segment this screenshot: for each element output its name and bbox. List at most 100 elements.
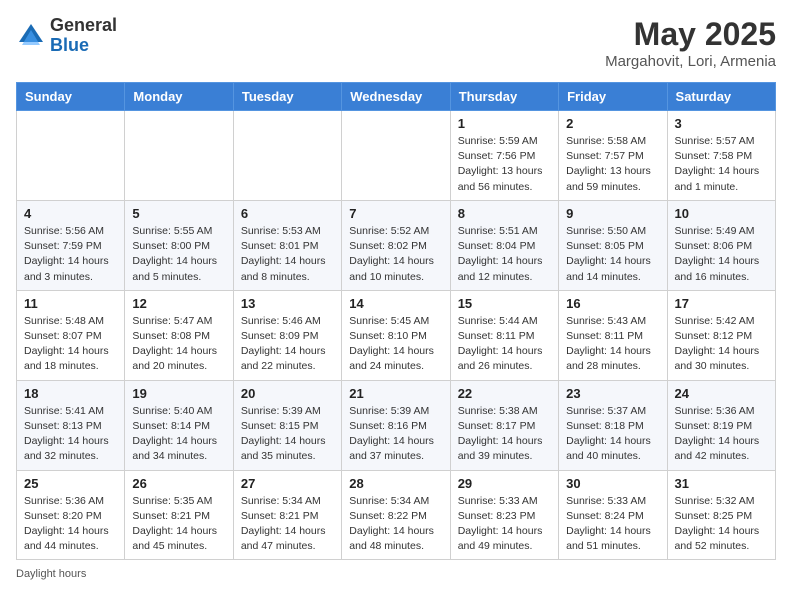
calendar-cell	[17, 111, 125, 201]
day-info: Sunrise: 5:55 AM Sunset: 8:00 PM Dayligh…	[132, 224, 225, 285]
calendar-cell: 13Sunrise: 5:46 AM Sunset: 8:09 PM Dayli…	[233, 290, 341, 380]
day-info: Sunrise: 5:49 AM Sunset: 8:06 PM Dayligh…	[675, 224, 768, 285]
day-info: Sunrise: 5:38 AM Sunset: 8:17 PM Dayligh…	[458, 404, 551, 465]
calendar-cell: 1 Sunrise: 5:59 AM Sunset: 7:56 PM Daylig…	[450, 111, 558, 201]
day-info: Sunrise: 5:42 AM Sunset: 8:12 PM Dayligh…	[675, 314, 768, 375]
day-info: Sunrise: 5:41 AM Sunset: 8:13 PM Dayligh…	[24, 404, 117, 465]
calendar-cell: 5 Sunrise: 5:55 AM Sunset: 8:00 PM Daylig…	[125, 200, 233, 290]
calendar-week-1: 1 Sunrise: 5:59 AM Sunset: 7:56 PM Daylig…	[17, 111, 776, 201]
day-number: 7	[349, 206, 442, 221]
day-info: Sunrise: 5:50 AM Sunset: 8:05 PM Dayligh…	[566, 224, 659, 285]
day-number: 25	[24, 476, 117, 491]
calendar-cell: 14 Sunrise: 5:45 AM Sunset: 8:10 PM Dayli…	[342, 290, 450, 380]
day-info: Sunrise: 5:33 AM Sunset: 8:23 PM Dayligh…	[458, 494, 551, 555]
day-info: Sunrise: 5:56 AM Sunset: 7:59 PM Dayligh…	[24, 224, 117, 285]
calendar-cell: 8Sunrise: 5:51 AM Sunset: 8:04 PM Daylig…	[450, 200, 558, 290]
column-header-thursday: Thursday	[450, 83, 558, 111]
calendar-week-4: 18 Sunrise: 5:41 AM Sunset: 8:13 PM Dayli…	[17, 380, 776, 470]
day-info: Sunrise: 5:37 AM Sunset: 8:18 PM Dayligh…	[566, 404, 659, 465]
calendar-cell	[125, 111, 233, 201]
calendar-cell: 6 Sunrise: 5:53 AM Sunset: 8:01 PM Daylig…	[233, 200, 341, 290]
calendar-cell: 4 Sunrise: 5:56 AM Sunset: 7:59 PM Daylig…	[17, 200, 125, 290]
calendar-cell: 7 Sunrise: 5:52 AM Sunset: 8:02 PM Daylig…	[342, 200, 450, 290]
day-number: 8	[458, 206, 551, 221]
calendar-body: 1 Sunrise: 5:59 AM Sunset: 7:56 PM Daylig…	[17, 111, 776, 560]
calendar-cell	[342, 111, 450, 201]
title-block: May 2025 Margahovit, Lori, Armenia	[605, 16, 776, 70]
day-info: Sunrise: 5:33 AM Sunset: 8:24 PM Dayligh…	[566, 494, 659, 555]
day-info: Sunrise: 5:57 AM Sunset: 7:58 PM Dayligh…	[675, 134, 768, 195]
column-header-tuesday: Tuesday	[233, 83, 341, 111]
calendar-cell: 28 Sunrise: 5:34 AM Sunset: 8:22 PM Dayli…	[342, 470, 450, 560]
day-info: Sunrise: 5:52 AM Sunset: 8:02 PM Dayligh…	[349, 224, 442, 285]
column-header-saturday: Saturday	[667, 83, 775, 111]
calendar-cell: 30 Sunrise: 5:33 AM Sunset: 8:24 PM Dayli…	[559, 470, 667, 560]
day-number: 5	[132, 206, 225, 221]
calendar-cell: 19 Sunrise: 5:40 AM Sunset: 8:14 PM Dayli…	[125, 380, 233, 470]
day-info: Sunrise: 5:32 AM Sunset: 8:25 PM Dayligh…	[675, 494, 768, 555]
day-number: 3	[675, 116, 768, 131]
column-header-sunday: Sunday	[17, 83, 125, 111]
day-number: 27	[241, 476, 334, 491]
calendar-cell: 29 Sunrise: 5:33 AM Sunset: 8:23 PM Dayli…	[450, 470, 558, 560]
day-info: Sunrise: 5:39 AM Sunset: 8:16 PM Dayligh…	[349, 404, 442, 465]
day-number: 29	[458, 476, 551, 491]
day-info: Sunrise: 5:59 AM Sunset: 7:56 PM Dayligh…	[458, 134, 551, 195]
calendar-cell: 22 Sunrise: 5:38 AM Sunset: 8:17 PM Dayli…	[450, 380, 558, 470]
day-number: 26	[132, 476, 225, 491]
day-number: 10	[675, 206, 768, 221]
day-number: 4	[24, 206, 117, 221]
day-info: Sunrise: 5:36 AM Sunset: 8:19 PM Dayligh…	[675, 404, 768, 465]
calendar-cell: 2Sunrise: 5:58 AM Sunset: 7:57 PM Daylig…	[559, 111, 667, 201]
day-number: 28	[349, 476, 442, 491]
calendar-cell: 31Sunrise: 5:32 AM Sunset: 8:25 PM Dayli…	[667, 470, 775, 560]
page-header: General Blue May 2025 Margahovit, Lori, …	[16, 16, 776, 70]
day-number: 23	[566, 386, 659, 401]
day-info: Sunrise: 5:35 AM Sunset: 8:21 PM Dayligh…	[132, 494, 225, 555]
day-info: Sunrise: 5:40 AM Sunset: 8:14 PM Dayligh…	[132, 404, 225, 465]
calendar-week-3: 11Sunrise: 5:48 AM Sunset: 8:07 PM Dayli…	[17, 290, 776, 380]
logo-general-text: General	[50, 15, 117, 35]
day-number: 20	[241, 386, 334, 401]
day-number: 1	[458, 116, 551, 131]
calendar-cell: 23 Sunrise: 5:37 AM Sunset: 8:18 PM Dayli…	[559, 380, 667, 470]
calendar-cell: 10 Sunrise: 5:49 AM Sunset: 8:06 PM Dayli…	[667, 200, 775, 290]
day-number: 30	[566, 476, 659, 491]
day-number: 6	[241, 206, 334, 221]
column-header-wednesday: Wednesday	[342, 83, 450, 111]
calendar-cell	[233, 111, 341, 201]
day-number: 19	[132, 386, 225, 401]
day-number: 24	[675, 386, 768, 401]
calendar-cell: 27Sunrise: 5:34 AM Sunset: 8:21 PM Dayli…	[233, 470, 341, 560]
day-number: 21	[349, 386, 442, 401]
day-number: 12	[132, 296, 225, 311]
day-info: Sunrise: 5:34 AM Sunset: 8:22 PM Dayligh…	[349, 494, 442, 555]
calendar-location: Margahovit, Lori, Armenia	[605, 53, 776, 70]
day-number: 14	[349, 296, 442, 311]
calendar-cell: 11Sunrise: 5:48 AM Sunset: 8:07 PM Dayli…	[17, 290, 125, 380]
calendar-cell: 21 Sunrise: 5:39 AM Sunset: 8:16 PM Dayli…	[342, 380, 450, 470]
day-info: Sunrise: 5:45 AM Sunset: 8:10 PM Dayligh…	[349, 314, 442, 375]
day-number: 15	[458, 296, 551, 311]
day-number: 22	[458, 386, 551, 401]
calendar-header: SundayMondayTuesdayWednesdayThursdayFrid…	[17, 83, 776, 111]
logo-blue-text: Blue	[50, 35, 89, 55]
calendar-cell: 18 Sunrise: 5:41 AM Sunset: 8:13 PM Dayli…	[17, 380, 125, 470]
day-number: 18	[24, 386, 117, 401]
day-number: 2	[566, 116, 659, 131]
logo-icon	[16, 21, 46, 51]
day-info: Sunrise: 5:48 AM Sunset: 8:07 PM Dayligh…	[24, 314, 117, 375]
day-info: Sunrise: 5:53 AM Sunset: 8:01 PM Dayligh…	[241, 224, 334, 285]
day-info: Sunrise: 5:39 AM Sunset: 8:15 PM Dayligh…	[241, 404, 334, 465]
calendar-cell: 17 Sunrise: 5:42 AM Sunset: 8:12 PM Dayli…	[667, 290, 775, 380]
calendar-cell: 25Sunrise: 5:36 AM Sunset: 8:20 PM Dayli…	[17, 470, 125, 560]
calendar-table: SundayMondayTuesdayWednesdayThursdayFrid…	[16, 82, 776, 560]
calendar-header-row: SundayMondayTuesdayWednesdayThursdayFrid…	[17, 83, 776, 111]
calendar-cell: 26 Sunrise: 5:35 AM Sunset: 8:21 PM Dayli…	[125, 470, 233, 560]
calendar-title: May 2025	[605, 16, 776, 53]
calendar-cell: 3 Sunrise: 5:57 AM Sunset: 7:58 PM Daylig…	[667, 111, 775, 201]
day-number: 16	[566, 296, 659, 311]
day-number: 17	[675, 296, 768, 311]
logo: General Blue	[16, 16, 117, 56]
calendar-cell: 9Sunrise: 5:50 AM Sunset: 8:05 PM Daylig…	[559, 200, 667, 290]
